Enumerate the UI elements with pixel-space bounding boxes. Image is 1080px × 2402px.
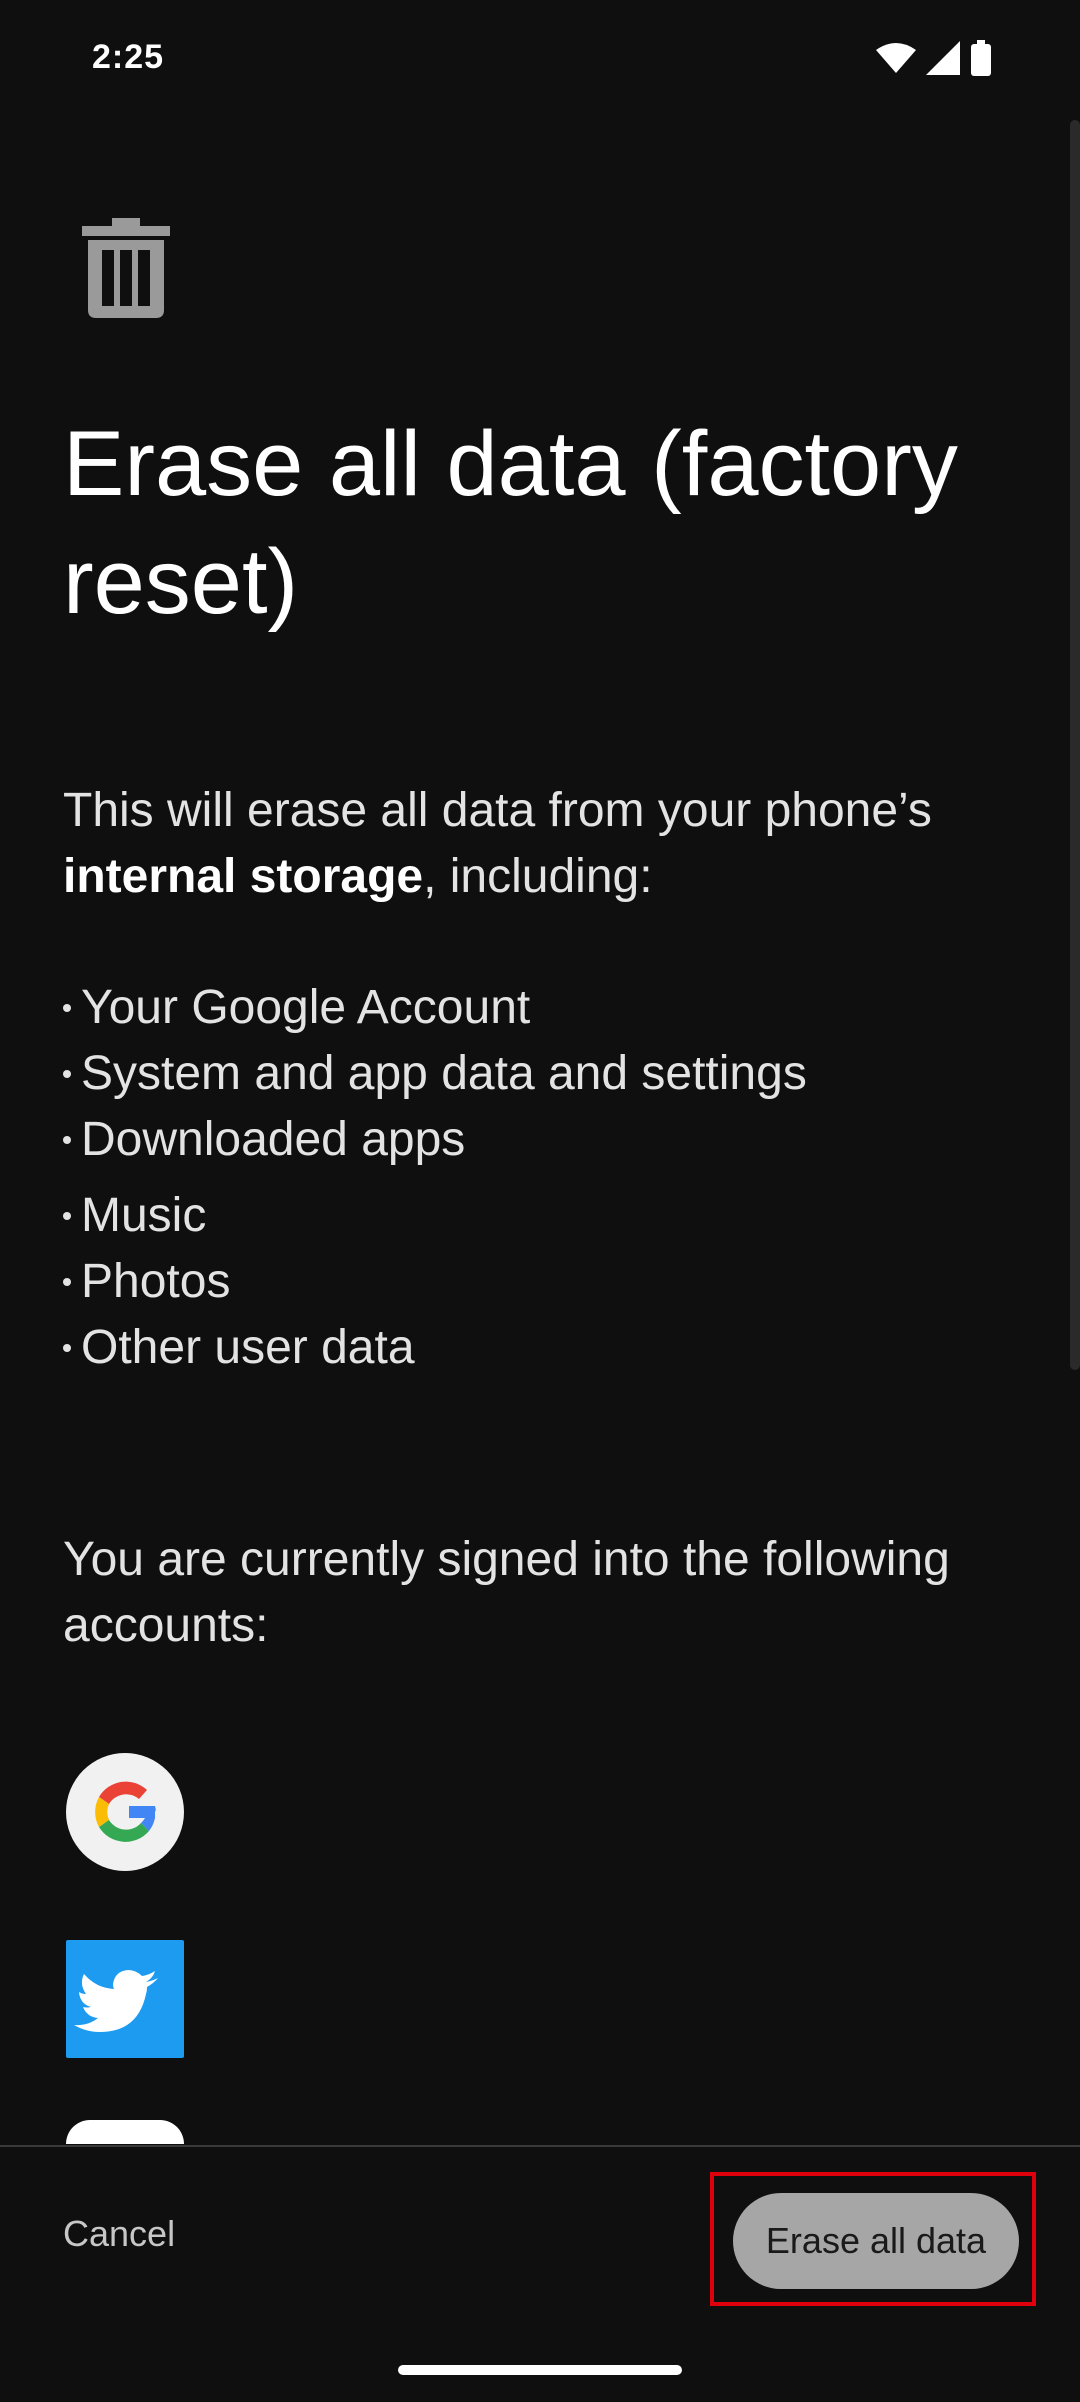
trash-icon xyxy=(82,218,170,318)
list-item-label: System and app data and settings xyxy=(81,1047,807,1100)
list-item-label: Photos xyxy=(81,1255,231,1308)
status-icons xyxy=(876,40,992,81)
list-item-label: Your Google Account xyxy=(81,981,531,1034)
list-item: Downloaded apps xyxy=(60,1107,1020,1173)
wifi-icon xyxy=(876,42,916,79)
list-item: Photos xyxy=(60,1249,1020,1315)
list-item: Music xyxy=(60,1183,1020,1249)
bullet-icon xyxy=(63,1004,71,1012)
status-bar: 2:25 xyxy=(0,0,1080,120)
navigation-handle[interactable] xyxy=(398,2365,682,2375)
account-icon xyxy=(66,2120,184,2144)
list-item: Other user data xyxy=(60,1315,1020,1381)
list-item: System and app data and settings xyxy=(60,1041,1020,1107)
bullet-icon xyxy=(63,1344,71,1352)
page-title: Erase all data (factory reset) xyxy=(63,413,958,633)
status-time: 2:25 xyxy=(92,38,165,76)
erase-description: This will erase all data from your phone… xyxy=(63,778,1023,910)
twitter-account-icon xyxy=(66,1940,184,2058)
description-prefix: This will erase all data from your phone… xyxy=(63,784,932,837)
list-item-label: Other user data xyxy=(81,1321,415,1374)
cancel-button[interactable]: Cancel xyxy=(63,2213,175,2255)
battery-icon xyxy=(970,40,992,81)
scrollbar[interactable] xyxy=(1070,120,1080,1370)
cellular-signal-icon xyxy=(926,41,960,80)
description-bold: internal storage xyxy=(63,850,424,903)
bullet-icon xyxy=(63,1212,71,1220)
erase-items-list: Your Google Account System and app data … xyxy=(60,975,1020,1381)
description-suffix: , including: xyxy=(423,850,653,903)
bullet-icon xyxy=(63,1278,71,1286)
list-item-label: Music xyxy=(81,1189,207,1242)
signed-in-accounts-text: You are currently signed into the follow… xyxy=(63,1533,950,1652)
bullet-icon xyxy=(63,1070,71,1078)
list-item: Your Google Account xyxy=(60,975,1020,1041)
erase-all-data-button[interactable]: Erase all data xyxy=(733,2193,1019,2289)
bullet-icon xyxy=(63,1136,71,1144)
description-intro: This will erase all data from your phone… xyxy=(63,784,932,903)
list-item-label: Downloaded apps xyxy=(81,1113,466,1166)
google-account-icon xyxy=(66,1753,184,1871)
